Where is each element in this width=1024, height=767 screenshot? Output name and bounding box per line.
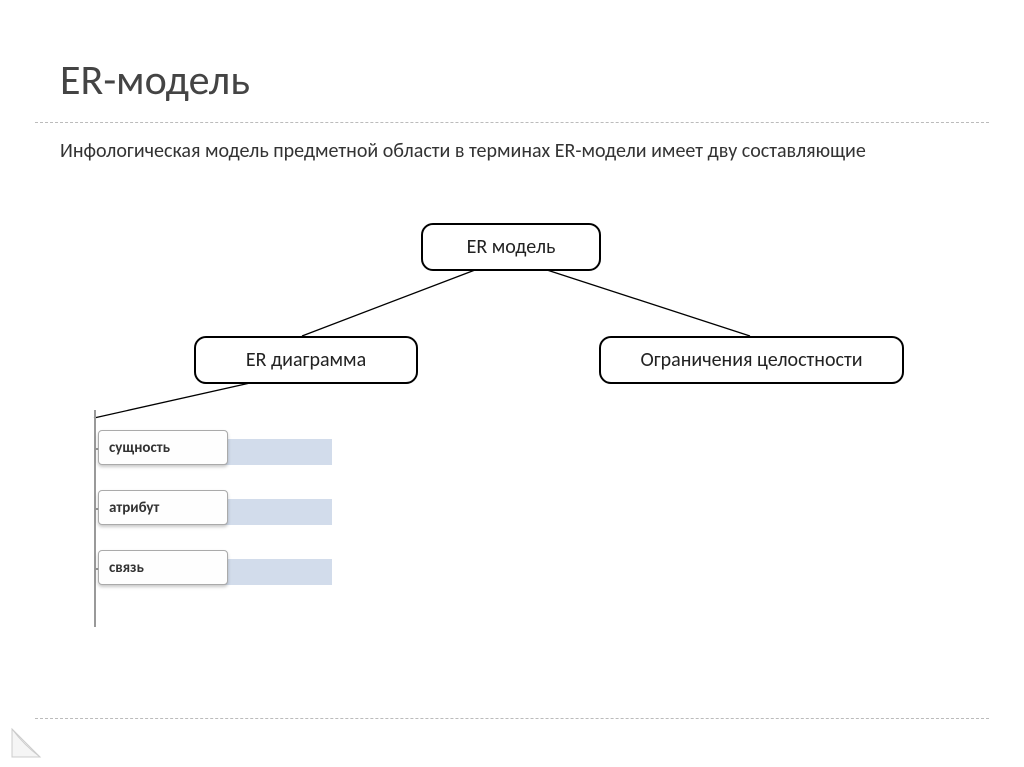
list-vertical-line bbox=[94, 410, 96, 627]
footer-divider bbox=[35, 718, 989, 719]
title-divider bbox=[35, 122, 989, 123]
node-root: ER модель bbox=[421, 223, 601, 271]
node-right: Ограничения целостности bbox=[599, 336, 904, 384]
page-corner-icon bbox=[10, 723, 46, 759]
list-item-box: связь bbox=[98, 550, 228, 585]
list-item-box: атрибут bbox=[98, 490, 228, 525]
node-left: ER диаграмма bbox=[194, 336, 418, 384]
subtitle-text: Инфологическая модель предметной области… bbox=[60, 138, 866, 165]
page-title: ER-модель bbox=[60, 55, 250, 106]
list-item-box: сущность bbox=[98, 430, 228, 465]
